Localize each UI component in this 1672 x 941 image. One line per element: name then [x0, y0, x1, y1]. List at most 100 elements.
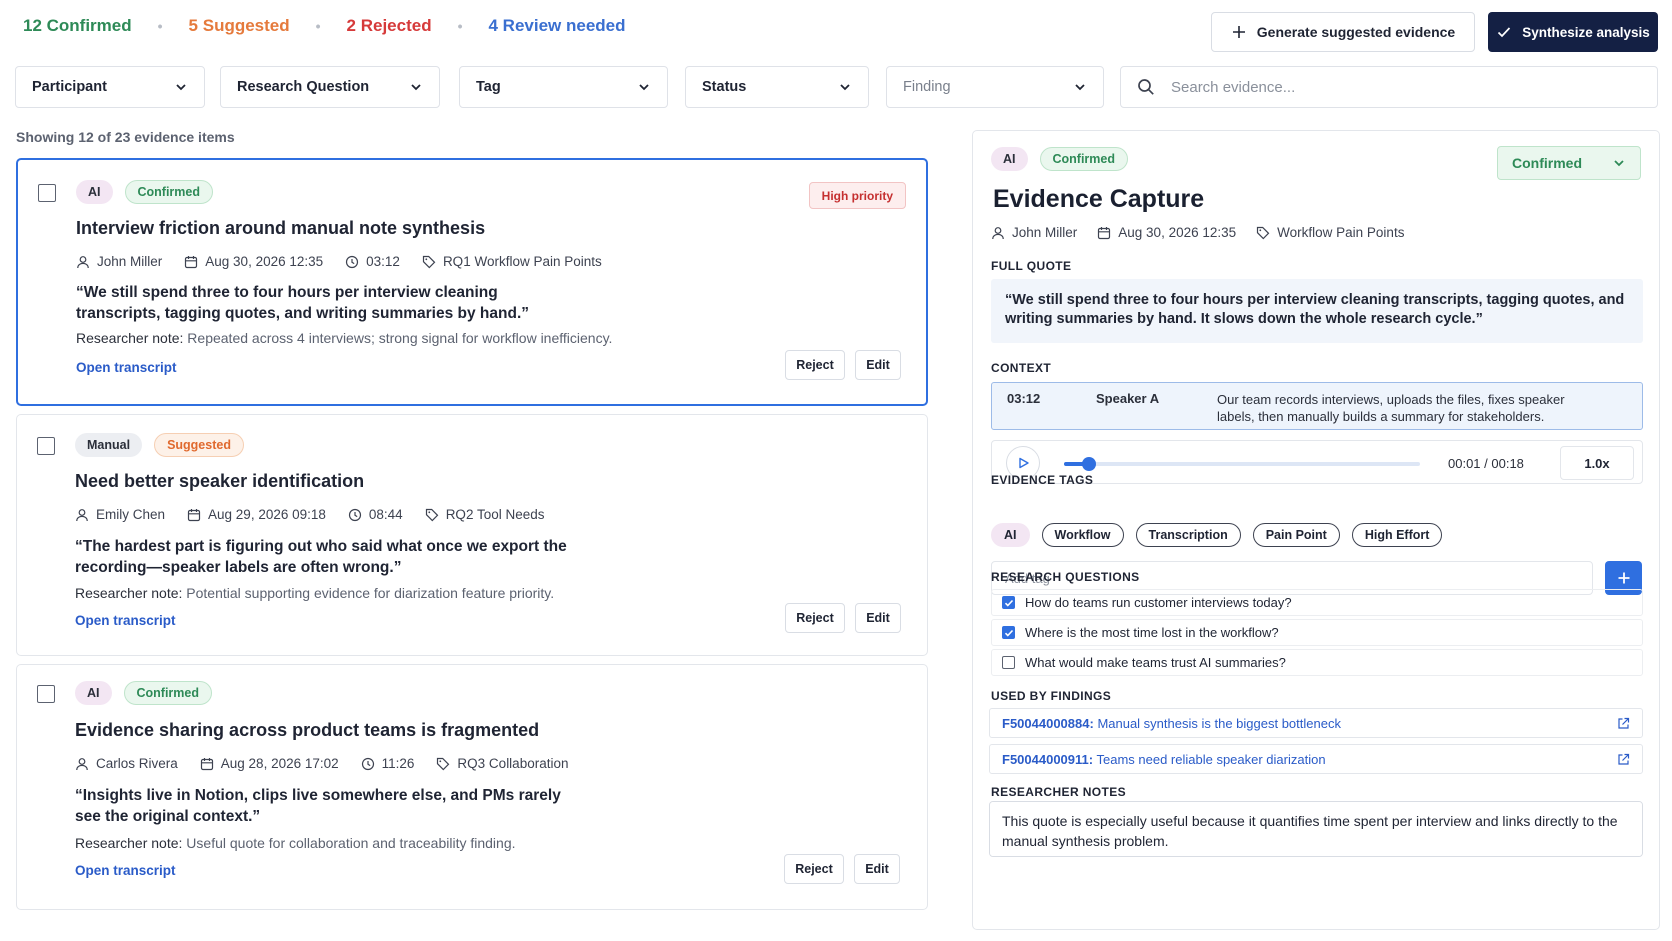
evidence-timestamp: 08:44 [368, 507, 403, 522]
evidence-card[interactable]: AI Confirmed Evidence sharing across pro… [16, 664, 928, 910]
research-question-filter-label: Research Question [237, 79, 370, 95]
context-text: Our team records interviews, uploads the… [1217, 392, 1565, 424]
audio-scrubber[interactable] [1064, 457, 1420, 471]
finding-filter[interactable]: Finding [886, 66, 1104, 108]
separator-dot: • [457, 18, 463, 34]
tag-chip[interactable]: Workflow [1041, 523, 1124, 547]
evidence-tag: Workflow Pain Points [1277, 225, 1405, 240]
generate-evidence-button[interactable]: Generate suggested evidence [1211, 12, 1475, 52]
participant-meta: John Miller [76, 254, 162, 269]
card-checkbox[interactable] [38, 184, 56, 202]
context-timestamp: 03:12 [1007, 391, 1041, 406]
open-transcript-link[interactable]: Open transcript [76, 360, 177, 375]
review-needed-count[interactable]: 4 Review needed [489, 16, 626, 36]
clock-icon [361, 757, 374, 770]
used-by-findings-heading: USED BY FINDINGS [991, 689, 1112, 703]
plus-icon [1232, 26, 1245, 38]
date-meta: Aug 30, 2026 12:35 [184, 254, 323, 269]
check-icon [1004, 599, 1013, 607]
status-select-value: Confirmed [1512, 155, 1582, 171]
checkbox-checked[interactable] [1002, 596, 1015, 609]
finding-link[interactable]: F50044000884: Manual synthesis is the bi… [989, 708, 1643, 738]
reject-button[interactable]: Reject [784, 854, 844, 884]
synthesize-analysis-label: Synthesize analysis [1522, 24, 1650, 40]
scrubber-handle[interactable] [1081, 457, 1096, 471]
status-badge: Confirmed [124, 180, 213, 204]
tag-meta: RQ2 Tool Needs [425, 507, 545, 522]
researcher-notes-textarea[interactable]: This quote is especially useful because … [989, 801, 1643, 857]
tag-chip[interactable]: Pain Point [1252, 523, 1340, 547]
participant-filter[interactable]: Participant [15, 66, 205, 108]
calendar-icon [1098, 226, 1111, 239]
tag-chip[interactable]: Transcription [1135, 523, 1241, 547]
research-question-item[interactable]: What would make teams trust AI summaries… [991, 649, 1643, 676]
note-label: Researcher note: [75, 835, 183, 851]
search-input[interactable] [1171, 78, 1641, 96]
research-question-text: What would make teams trust AI summaries… [1025, 655, 1286, 670]
source-badge: Manual [75, 433, 143, 457]
evidence-title[interactable]: Evidence sharing across product teams is… [75, 720, 539, 741]
research-question-text: How do teams run customer interviews tod… [1025, 595, 1292, 610]
chevron-down-icon [1614, 160, 1624, 167]
context-heading: CONTEXT [991, 361, 1052, 375]
context-row[interactable]: 03:12 Speaker A Our team records intervi… [991, 382, 1643, 430]
participant-name: John Miller [1012, 225, 1078, 240]
confirmed-count[interactable]: 12 Confirmed [23, 16, 132, 36]
open-transcript-link[interactable]: Open transcript [75, 863, 176, 878]
tag-filter-label: Tag [476, 79, 501, 95]
synthesize-analysis-button[interactable]: Synthesize analysis [1488, 12, 1658, 52]
checkbox-unchecked[interactable] [1002, 656, 1015, 669]
status-badge: Confirmed [123, 681, 212, 705]
evidence-card[interactable]: Manual Suggested Need better speaker ide… [16, 414, 928, 656]
calendar-icon [187, 508, 201, 521]
edit-button[interactable]: Edit [855, 603, 901, 633]
status-badge: Suggested [154, 433, 244, 457]
timestamp-meta: 11:26 [361, 756, 414, 771]
evidence-tag: RQ2 Tool Needs [445, 507, 545, 522]
note-text: Useful quote for collaboration and trace… [186, 835, 516, 851]
evidence-title[interactable]: Interview friction around manual note sy… [76, 218, 485, 239]
source-badge: AI [991, 147, 1028, 171]
status-filter[interactable]: Status [685, 66, 869, 108]
rejected-count[interactable]: 2 Rejected [347, 16, 432, 36]
evidence-title[interactable]: Need better speaker identification [75, 471, 364, 492]
card-checkbox[interactable] [37, 437, 55, 455]
finding-link[interactable]: F50044000911: Teams need reliable speake… [989, 744, 1643, 774]
open-transcript-link[interactable]: Open transcript [75, 613, 176, 628]
source-badge: AI [75, 681, 112, 705]
checkbox-checked[interactable] [1002, 626, 1015, 639]
chevron-down-icon [840, 84, 850, 91]
tag-chip[interactable]: High Effort [1351, 523, 1443, 547]
evidence-card[interactable]: AI Confirmed High priority Interview fri… [16, 158, 928, 406]
suggested-count[interactable]: 5 Suggested [189, 16, 290, 36]
research-question-text: Where is the most time lost in the workf… [1025, 625, 1279, 640]
play-icon [1019, 457, 1029, 469]
reject-button[interactable]: Reject [785, 603, 845, 633]
research-question-item[interactable]: How do teams run customer interviews tod… [991, 589, 1643, 616]
playback-time: 00:01 / 00:18 [1448, 456, 1524, 471]
full-quote: “We still spend three to four hours per … [991, 279, 1643, 343]
status-select[interactable]: Confirmed [1497, 146, 1641, 180]
participant-meta: John Miller [991, 225, 1077, 240]
reject-button[interactable]: Reject [785, 350, 845, 380]
researcher-note: Researcher note: Repeated across 4 inter… [76, 330, 612, 346]
participant-meta: Emily Chen [75, 507, 165, 522]
tag-chip[interactable]: AI [991, 523, 1030, 547]
user-icon [992, 226, 1004, 239]
edit-button[interactable]: Edit [855, 350, 901, 380]
edit-button[interactable]: Edit [854, 854, 900, 884]
finding-text: Teams need reliable speaker diarization [1096, 751, 1326, 767]
evidence-quote: “The hardest part is figuring out who sa… [75, 538, 567, 576]
finding-id: F50044000911: [1002, 751, 1094, 767]
research-question-item[interactable]: Where is the most time lost in the workf… [991, 619, 1643, 646]
tag-meta: Workflow Pain Points [1256, 225, 1404, 240]
tag-filter[interactable]: Tag [459, 66, 668, 108]
note-label: Researcher note: [76, 330, 184, 346]
research-question-filter[interactable]: Research Question [220, 66, 440, 108]
external-link-icon [1618, 717, 1630, 729]
playback-speed-button[interactable]: 1.0x [1560, 446, 1634, 480]
researcher-note: Researcher note: Useful quote for collab… [75, 835, 516, 851]
tag-icon [437, 757, 450, 770]
separator-dot: • [315, 18, 321, 34]
card-checkbox[interactable] [37, 685, 55, 703]
